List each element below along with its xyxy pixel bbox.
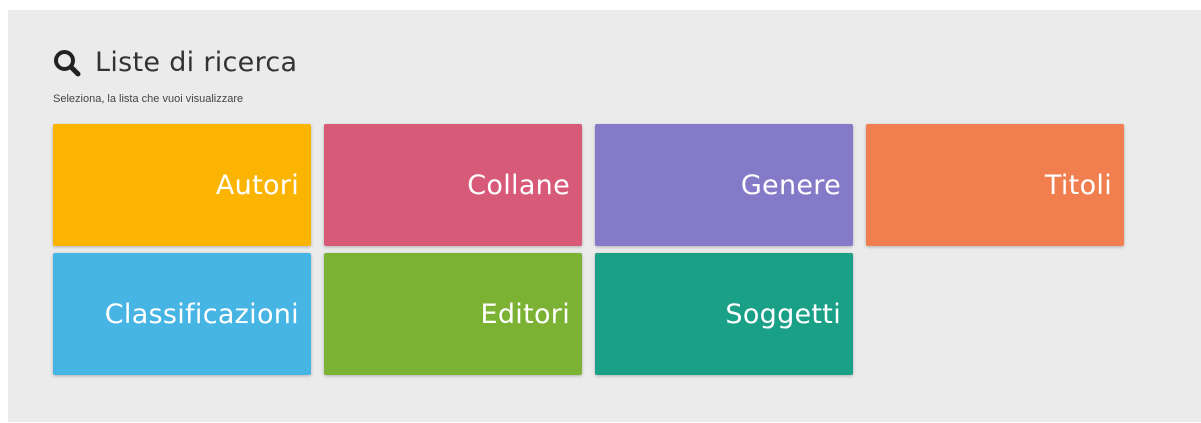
tile-label: Classificazioni: [104, 298, 299, 330]
search-icon: [53, 49, 81, 77]
tile-genere[interactable]: Genere: [595, 124, 853, 246]
title-row: Liste di ricerca: [53, 43, 297, 83]
page-title: Liste di ricerca: [95, 47, 298, 78]
tile-autori[interactable]: Autori: [53, 124, 311, 246]
tile-classificazioni[interactable]: Classificazioni: [53, 253, 311, 375]
tile-titoli[interactable]: Titoli: [866, 124, 1124, 246]
page-subtitle: Seleziona, la lista che vuoi visualizzar…: [53, 93, 244, 105]
tile-collane[interactable]: Collane: [324, 124, 582, 246]
tile-label: Genere: [740, 169, 841, 201]
tile-label: Titoli: [1044, 169, 1112, 201]
search-lists-panel: Liste di ricerca Seleziona, la lista che…: [8, 10, 1201, 422]
tile-editori[interactable]: Editori: [324, 253, 582, 375]
tile-label: Editori: [480, 298, 570, 330]
tile-label: Autori: [215, 169, 299, 201]
tile-soggetti[interactable]: Soggetti: [595, 253, 853, 375]
tile-label: Collane: [467, 169, 570, 201]
tile-label: Soggetti: [725, 298, 841, 330]
